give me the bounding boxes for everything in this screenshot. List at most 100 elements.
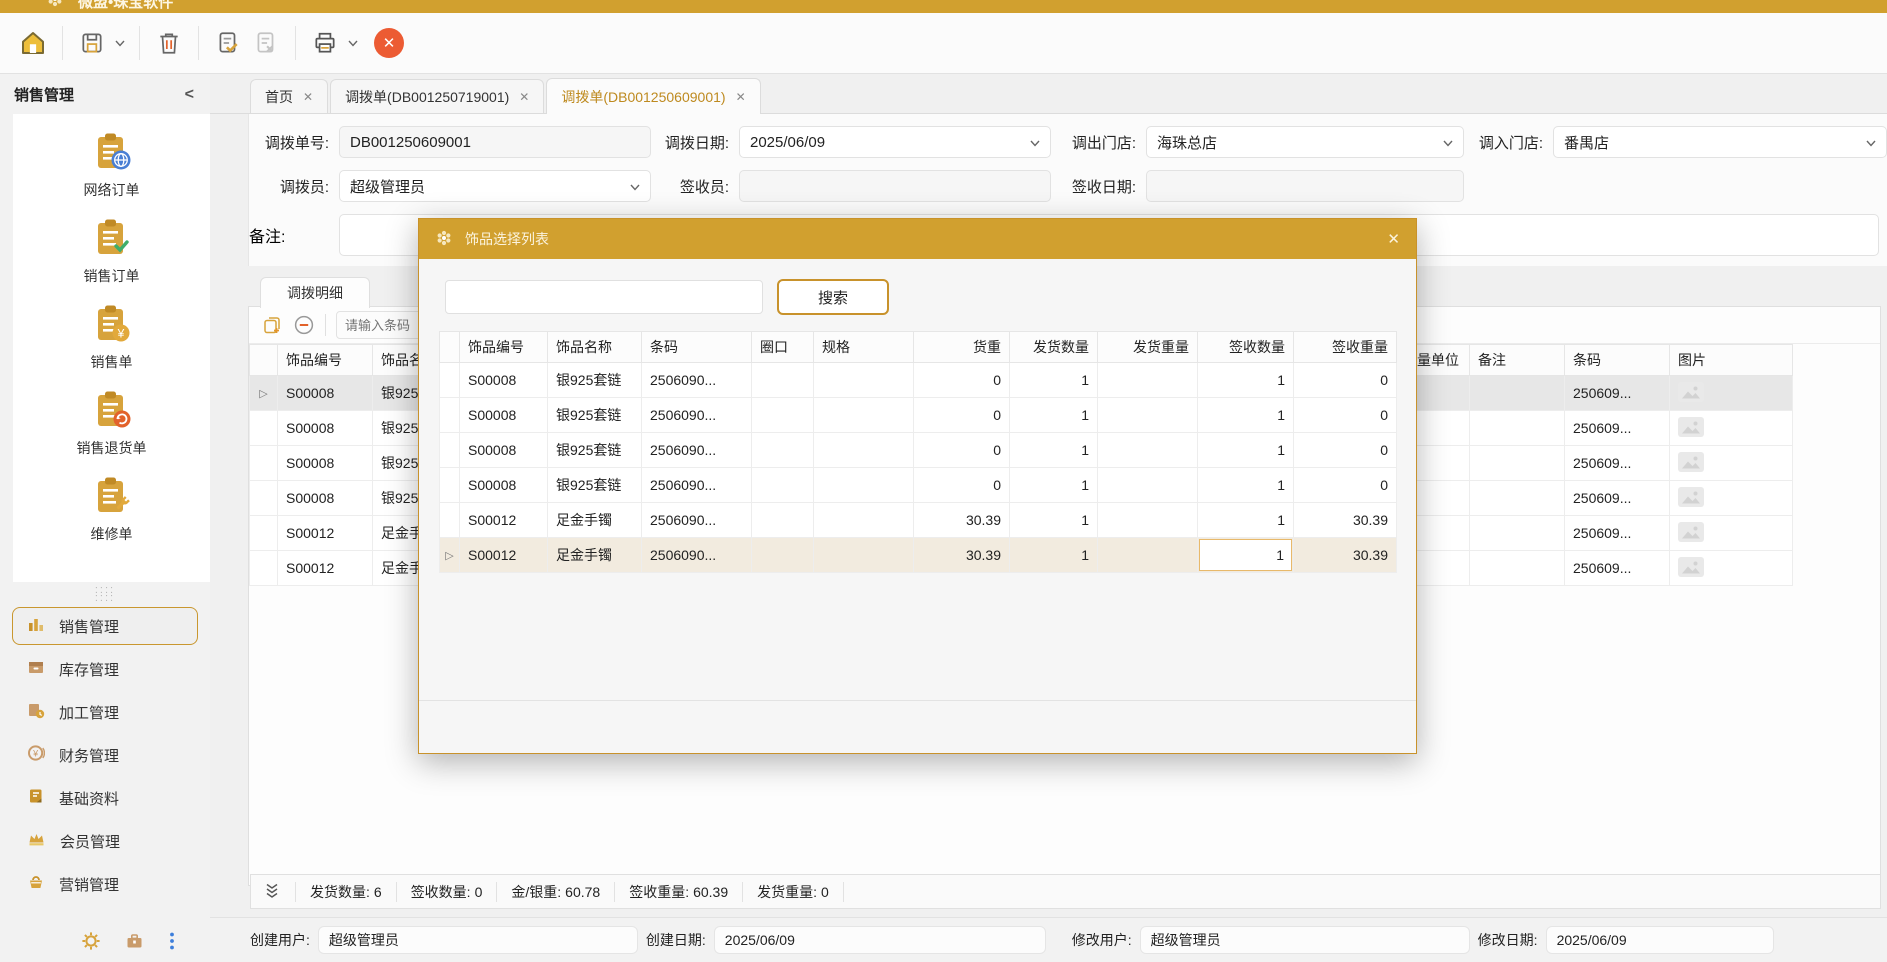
sidebar-item-库存管理[interactable]: 库存管理 — [12, 650, 198, 688]
column-header[interactable]: 饰品编号 — [278, 345, 373, 376]
tab-transfer-2[interactable]: 调拨单(DB001250609001)✕ — [546, 78, 760, 114]
save-dropdown[interactable] — [111, 24, 129, 62]
quick-item-label: 网络订单 — [84, 180, 140, 200]
tab-close-icon[interactable]: ✕ — [519, 90, 529, 104]
row-marker: ▷ — [250, 376, 278, 411]
workbench-button[interactable] — [125, 932, 144, 955]
sidebar-drag-handle[interactable]: :::::::: — [0, 586, 210, 602]
record-footer: 创建用户:超级管理员创建日期:2025/06/09修改用户:超级管理员修改日期:… — [210, 917, 1887, 962]
more-button[interactable] — [168, 931, 176, 956]
order-wrench-icon — [90, 474, 134, 518]
tab-transfer-1[interactable]: 调拨单(DB001250719001)✕ — [330, 79, 544, 113]
sidebar-title: 销售管理 — [14, 84, 74, 105]
home-icon — [18, 28, 48, 58]
dialog-flower-icon — [435, 229, 453, 250]
sidebar-item-销售管理[interactable]: 销售管理 — [12, 607, 198, 645]
footer-value: 超级管理员 — [1140, 926, 1470, 954]
cell: 1 — [1010, 433, 1098, 468]
row-marker — [440, 503, 460, 538]
column-header[interactable]: 发货数量 — [1010, 332, 1098, 363]
item-image-placeholder — [1670, 376, 1793, 411]
column-header[interactable]: 规格 — [814, 332, 914, 363]
quick-item-2[interactable]: 销售订单 — [13, 216, 210, 286]
save-button[interactable] — [73, 24, 111, 62]
quick-item-3[interactable]: ¥销售单 — [13, 302, 210, 372]
quick-item-4[interactable]: 销售退货单 — [13, 388, 210, 458]
print-button[interactable] — [306, 24, 344, 62]
tab-home[interactable]: 首页 ✕ — [250, 79, 328, 113]
cell: 1 — [1198, 503, 1294, 538]
column-header[interactable]: 发货重量 — [1098, 332, 1198, 363]
column-header[interactable]: 签收数量 — [1198, 332, 1294, 363]
add-row-button[interactable] — [261, 314, 283, 336]
print-dropdown[interactable] — [344, 24, 362, 62]
column-header[interactable]: 圈口 — [752, 332, 814, 363]
doc-x-icon — [253, 30, 279, 56]
sidebar-item-基础资料[interactable]: 基础资料 — [12, 779, 198, 817]
column-header[interactable]: 签收重量 — [1294, 332, 1397, 363]
tab-close-icon[interactable]: ✕ — [736, 90, 746, 104]
sidebar-item-财务管理[interactable]: ¥财务管理 — [12, 736, 198, 774]
table-row[interactable]: S00012足金手镯2506090...30.391130.39 — [440, 503, 1397, 538]
unaudit-button[interactable] — [247, 24, 285, 62]
sidebar-nav: 销售管理库存管理加工管理 ¥财务管理基础资料会员管理营销管理 — [0, 602, 210, 908]
briefcase-icon — [125, 932, 144, 955]
layers-icon[interactable] — [263, 881, 281, 902]
status-divider — [614, 882, 615, 902]
cell: S00008 — [460, 433, 548, 468]
column-header[interactable]: 饰品编号 — [460, 332, 548, 363]
column-header[interactable]: 条码 — [1565, 345, 1670, 376]
select-r1-1[interactable]: 2025/06/09 — [739, 126, 1051, 158]
cell: S00008 — [460, 468, 548, 503]
input-r1-0[interactable]: DB001250609001 — [339, 126, 651, 158]
cell: 2506090... — [642, 503, 752, 538]
dialog-close-icon[interactable]: ✕ — [1387, 230, 1400, 248]
input-r2-1[interactable] — [739, 170, 1051, 202]
cell: 1 — [1010, 538, 1098, 573]
status-label: 金/银重: — [511, 884, 561, 900]
cell: S00008 — [278, 411, 373, 446]
home-button[interactable] — [14, 24, 52, 62]
remove-row-button[interactable] — [293, 314, 315, 336]
audit-button[interactable] — [209, 24, 247, 62]
tab-label: 首页 — [265, 87, 293, 107]
row-marker — [440, 468, 460, 503]
column-header[interactable]: 备注 — [1470, 345, 1565, 376]
delete-button[interactable] — [150, 24, 188, 62]
select-r1-2[interactable]: 海珠总店 — [1146, 126, 1464, 158]
column-header[interactable]: 图片 — [1670, 345, 1793, 376]
input-r2-2[interactable] — [1146, 170, 1464, 202]
table-row[interactable]: S00008银925套链2506090...0110 — [440, 398, 1397, 433]
dialog-search-button[interactable]: 搜索 — [777, 279, 889, 315]
column-header[interactable]: 货重 — [914, 332, 1010, 363]
field-label: 调拨日期: — [651, 132, 739, 153]
column-header[interactable]: 饰品名称 — [548, 332, 642, 363]
quantity-edit-input[interactable]: 1 — [1199, 539, 1292, 571]
tab-close-icon[interactable]: ✕ — [303, 90, 313, 104]
table-row[interactable]: S00008银925套链2506090...0110 — [440, 363, 1397, 398]
cell: S00012 — [278, 551, 373, 586]
status-divider — [742, 882, 743, 902]
cell — [1470, 446, 1565, 481]
select-r2-0[interactable]: 超级管理员 — [339, 170, 651, 202]
cell: S00008 — [460, 398, 548, 433]
settings-button[interactable] — [81, 931, 101, 956]
cell: 250609... — [1565, 376, 1670, 411]
cell — [1470, 481, 1565, 516]
cell: 2506090... — [642, 363, 752, 398]
table-row[interactable]: ▷S00012足金手镯2506090...30.391130.39 — [440, 538, 1397, 573]
quick-item-1[interactable]: 网络订单 — [13, 130, 210, 200]
column-header[interactable]: 条码 — [642, 332, 752, 363]
sidebar-item-加工管理[interactable]: 加工管理 — [12, 693, 198, 731]
sidebar-collapse-icon[interactable]: < — [181, 86, 198, 104]
table-row[interactable]: S00008银925套链2506090...0110 — [440, 433, 1397, 468]
select-r1-3[interactable]: 番禺店 — [1553, 126, 1887, 158]
dialog-search-input[interactable] — [445, 280, 763, 314]
order-return-icon — [90, 388, 134, 432]
sidebar-item-会员管理[interactable]: 会员管理 — [12, 822, 198, 860]
table-row[interactable]: S00008银925套链2506090...0110 — [440, 468, 1397, 503]
sidebar-item-营销管理[interactable]: 营销管理 — [12, 865, 198, 903]
quick-item-5[interactable]: 维修单 — [13, 474, 210, 544]
tab-transfer-detail[interactable]: 调拨明细 — [260, 277, 370, 308]
close-button[interactable]: ✕ — [374, 28, 404, 58]
